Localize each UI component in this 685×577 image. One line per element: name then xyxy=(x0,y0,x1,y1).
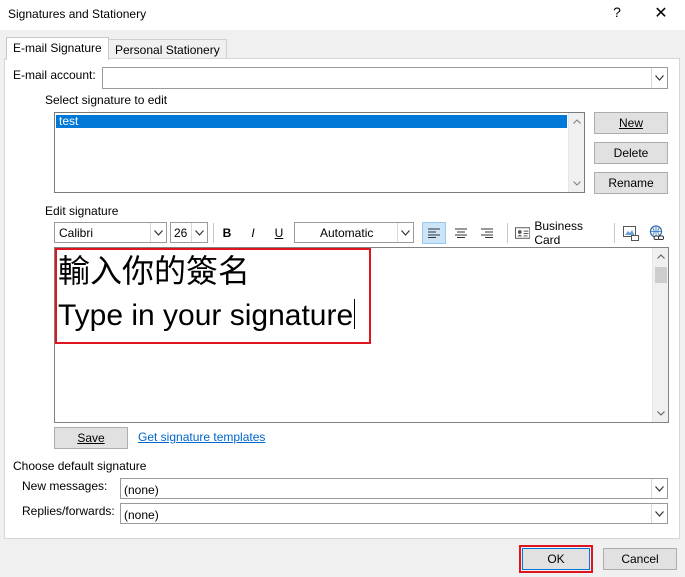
select-signature-label: Select signature to edit xyxy=(45,93,168,107)
replies-forwards-label: Replies/forwards: xyxy=(22,504,115,518)
save-button-label: Save xyxy=(77,431,105,445)
insert-picture-button[interactable] xyxy=(620,222,642,244)
scroll-up-icon[interactable] xyxy=(653,249,668,264)
get-signature-templates-link[interactable]: Get signature templates xyxy=(138,430,265,444)
list-item[interactable]: test xyxy=(56,115,567,128)
business-card-icon xyxy=(515,227,531,239)
scroll-up-icon[interactable] xyxy=(569,114,584,129)
align-left-button[interactable] xyxy=(422,222,446,244)
scroll-thumb[interactable] xyxy=(655,267,667,283)
font-size-value: 26 xyxy=(174,226,188,240)
business-card-button[interactable]: Business Card xyxy=(512,219,609,247)
bold-button[interactable]: B xyxy=(217,223,237,243)
default-signature-label: Choose default signature xyxy=(13,459,147,473)
signature-list[interactable]: test xyxy=(54,112,585,193)
align-center-button[interactable] xyxy=(449,222,473,244)
email-account-label: E-mail account: xyxy=(13,68,96,82)
window-title: Signatures and Stationery xyxy=(8,7,147,21)
chevron-down-icon[interactable] xyxy=(191,223,207,242)
italic-button[interactable]: I xyxy=(243,223,263,243)
toolbar-separator xyxy=(213,223,214,243)
signature-highlight-box xyxy=(55,248,371,344)
underline-button[interactable]: U xyxy=(269,223,289,243)
delete-button-label: Delete xyxy=(613,146,649,160)
rename-button-label: Rename xyxy=(608,176,654,190)
tab-email-signature-label: E-mail Signature xyxy=(13,41,102,55)
new-button-label: New xyxy=(618,116,643,130)
cancel-button-label: Cancel xyxy=(621,552,659,566)
toolbar-separator xyxy=(614,223,615,243)
signature-list-scrollbar[interactable] xyxy=(568,113,584,192)
chevron-down-icon[interactable] xyxy=(150,223,166,242)
font-value: Calibri xyxy=(59,226,94,240)
new-messages-label: New messages: xyxy=(22,479,108,493)
close-icon[interactable]: ✕ xyxy=(651,3,671,25)
replies-forwards-value: (none) xyxy=(124,508,159,522)
align-right-button[interactable] xyxy=(475,222,499,244)
rename-signature-button[interactable]: Rename xyxy=(594,172,668,194)
font-color-dropdown[interactable]: Automatic xyxy=(294,222,414,243)
chevron-down-icon[interactable] xyxy=(397,223,413,242)
help-icon[interactable]: ? xyxy=(609,4,625,24)
scroll-down-icon[interactable] xyxy=(653,406,668,421)
insert-picture-icon xyxy=(623,226,639,241)
business-card-label: Business Card xyxy=(534,219,584,247)
new-messages-value: (none) xyxy=(124,483,159,497)
delete-signature-button[interactable]: Delete xyxy=(594,142,668,164)
save-button[interactable]: Save xyxy=(54,427,128,449)
tab-personal-stationery[interactable]: Personal Stationery xyxy=(108,39,227,58)
insert-hyperlink-button[interactable] xyxy=(646,222,668,244)
chevron-down-icon[interactable] xyxy=(651,68,667,88)
toolbar-separator xyxy=(507,223,508,243)
scroll-down-icon[interactable] xyxy=(569,176,584,191)
font-color-value: Automatic xyxy=(320,226,374,240)
replies-forwards-dropdown[interactable]: (none) xyxy=(120,503,668,524)
edit-signature-label: Edit signature xyxy=(45,204,119,218)
cancel-button[interactable]: Cancel xyxy=(603,548,677,570)
email-account-dropdown[interactable] xyxy=(102,67,668,89)
font-dropdown[interactable]: Calibri xyxy=(54,222,167,243)
signature-item-label: test xyxy=(59,114,79,128)
chevron-down-icon[interactable] xyxy=(651,479,667,498)
align-right-icon xyxy=(481,228,493,238)
hyperlink-icon xyxy=(649,225,664,240)
new-messages-dropdown[interactable]: (none) xyxy=(120,478,668,499)
ok-highlight-box xyxy=(519,545,593,573)
align-left-icon xyxy=(428,228,440,238)
editor-scrollbar[interactable] xyxy=(652,248,668,422)
font-size-dropdown[interactable]: 26 xyxy=(170,222,208,243)
chevron-down-icon[interactable] xyxy=(651,504,667,523)
new-signature-button[interactable]: New xyxy=(594,112,668,134)
tab-email-signature[interactable]: E-mail Signature xyxy=(6,37,109,60)
align-center-icon xyxy=(455,228,467,238)
tab-personal-stationery-label: Personal Stationery xyxy=(115,43,220,57)
